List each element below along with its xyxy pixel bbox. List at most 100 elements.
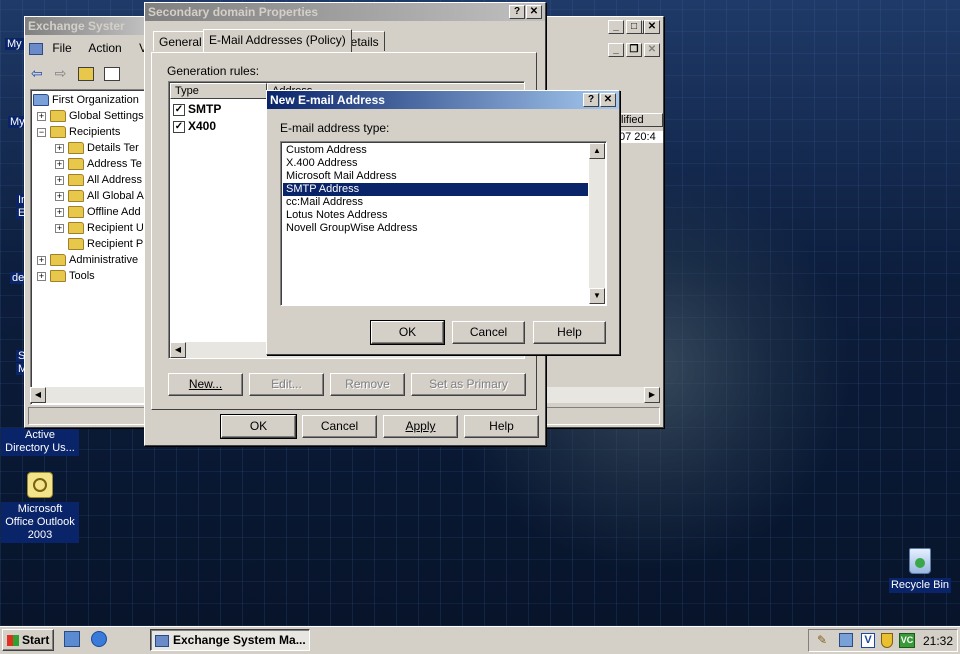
email-type-listbox[interactable]: Custom Address X.400 Address Microsoft Mai… <box>280 141 607 306</box>
help-footer-button[interactable]: Help <box>533 321 606 344</box>
list-row-x400[interactable]: ✓ X400 <box>173 119 216 133</box>
properties-titlebar[interactable]: Secondary domain Properties ? ✕ <box>145 3 545 21</box>
esm-minimize-button[interactable]: _ <box>608 20 624 34</box>
desktop-icon-outlook[interactable]: Microsoft Office Outlook 2003 <box>0 472 80 543</box>
tab-email-addresses[interactable]: E-Mail Addresses (Policy) <box>203 29 352 52</box>
desktop-edge-label[interactable]: My <box>5 38 24 50</box>
pen-icon[interactable]: ✎ <box>817 633 831 647</box>
internet-explorer-icon[interactable] <box>91 631 108 647</box>
desktop-icon-active-directory[interactable]: Active Directory Us... <box>0 428 80 456</box>
shield-icon[interactable] <box>881 633 893 648</box>
expand-icon[interactable]: + <box>55 207 64 217</box>
tree-item[interactable]: + Offline Add <box>55 204 141 220</box>
tree-item[interactable]: − Recipients <box>37 124 120 140</box>
list-row-smtp[interactable]: ✓ SMTP <box>173 102 221 116</box>
esm-titlebar[interactable]: Exchange Syster <box>25 17 145 35</box>
email-type-option[interactable]: Microsoft Mail Address <box>283 170 588 183</box>
tree-item-label: Offline Add <box>87 206 141 218</box>
taskbar: Start Exchange System Ma... ✎ V VC 21:32 <box>0 626 960 654</box>
vc-icon[interactable]: VC <box>899 633 915 648</box>
edit-button[interactable]: Edit... <box>249 373 324 396</box>
expand-icon[interactable]: + <box>55 175 64 185</box>
tree-item[interactable]: + Global Settings <box>37 108 144 124</box>
tree-item[interactable]: + All Address <box>55 172 142 188</box>
tree-item[interactable]: + Recipient U <box>55 220 144 236</box>
cancel-button[interactable]: Cancel <box>452 321 525 344</box>
tree-item[interactable]: + All Global A <box>55 188 144 204</box>
new-button-label: New... <box>188 377 223 391</box>
apply-button-label: Apply <box>405 419 436 433</box>
show-hide-tree-icon[interactable] <box>104 67 121 82</box>
list-header-type[interactable]: Type <box>170 83 267 99</box>
menu-action[interactable]: Action <box>88 41 121 55</box>
email-type-option[interactable]: SMTP Address <box>283 183 588 196</box>
ok-button[interactable]: OK <box>220 414 297 439</box>
back-arrow-icon[interactable]: ⇦ <box>31 65 43 81</box>
show-desktop-icon[interactable] <box>64 631 80 647</box>
email-type-option[interactable]: cc:Mail Address <box>283 196 588 209</box>
expand-icon[interactable]: + <box>37 255 46 265</box>
expand-icon[interactable]: + <box>55 143 64 153</box>
collapse-icon[interactable]: − <box>37 127 46 137</box>
tree-item[interactable]: + Administrative <box>37 252 138 268</box>
set-as-primary-button[interactable]: Set as Primary <box>411 373 526 396</box>
start-button[interactable]: Start <box>2 629 54 651</box>
email-type-option[interactable]: Novell GroupWise Address <box>283 222 588 235</box>
expand-icon[interactable]: + <box>55 191 64 201</box>
menu-file[interactable]: File <box>52 41 71 55</box>
scroll-up-arrow[interactable]: ▲ <box>589 143 605 159</box>
tree-item[interactable]: + Details Ter <box>55 140 139 156</box>
row-type-label: X400 <box>188 119 217 133</box>
tree-item[interactable]: Recipient P <box>55 236 143 252</box>
taskbar-item-exchange[interactable]: Exchange System Ma... <box>150 629 310 651</box>
esm-close-button[interactable]: ✕ <box>644 20 660 34</box>
scroll-down-arrow[interactable]: ▼ <box>589 288 605 304</box>
expand-icon[interactable]: + <box>37 111 46 121</box>
desktop-icon-recycle-bin[interactable]: Recycle Bin <box>880 548 960 593</box>
expand-icon[interactable]: + <box>37 271 46 281</box>
mdi-restore-button[interactable]: ❐ <box>626 43 642 57</box>
mdi-minimize-button[interactable]: _ <box>608 43 624 57</box>
antivirus-icon[interactable]: V <box>861 633 875 648</box>
listbox-vscrollbar[interactable]: ▲ ▼ <box>589 143 605 304</box>
close-button[interactable]: ✕ <box>526 5 542 19</box>
remove-button[interactable]: Remove <box>330 373 405 396</box>
folder-icon <box>68 190 84 203</box>
tree-item[interactable]: + Address Te <box>55 156 142 172</box>
tree-item-label: First Organization <box>52 94 139 106</box>
close-button[interactable]: ✕ <box>600 93 616 107</box>
expand-icon[interactable]: + <box>55 159 64 169</box>
tab-general[interactable]: General <box>153 31 208 51</box>
cancel-button[interactable]: Cancel <box>302 415 377 438</box>
network-icon[interactable] <box>839 633 853 647</box>
new-email-titlebar[interactable]: New E-mail Address ? ✕ <box>267 91 619 109</box>
up-folder-icon[interactable] <box>78 67 95 82</box>
apply-button[interactable]: Apply <box>383 415 458 438</box>
esm-right-header[interactable]: lified <box>619 113 663 127</box>
tree-item[interactable]: + Tools <box>37 268 95 284</box>
email-type-option[interactable]: Custom Address <box>283 144 588 157</box>
forward-arrow-icon[interactable]: ⇨ <box>55 65 67 81</box>
smtp-checkbox[interactable]: ✓ <box>173 103 185 116</box>
tree-item[interactable]: First Organization <box>33 92 139 108</box>
folder-icon <box>50 126 66 139</box>
new-email-title: New E-mail Address <box>270 93 385 107</box>
help-button[interactable]: ? <box>583 93 599 107</box>
scroll-left-arrow[interactable]: ◀ <box>30 387 46 403</box>
outlook-icon <box>27 472 53 498</box>
folder-icon <box>50 254 66 267</box>
email-type-option[interactable]: Lotus Notes Address <box>283 209 588 222</box>
x400-checkbox[interactable]: ✓ <box>173 120 185 133</box>
scroll-left-arrow[interactable]: ◀ <box>170 342 186 358</box>
scroll-right-arrow[interactable]: ▶ <box>644 387 660 403</box>
help-footer-button[interactable]: Help <box>464 415 539 438</box>
new-button[interactable]: New... <box>168 373 243 396</box>
email-type-option[interactable]: X.400 Address <box>283 157 588 170</box>
esm-maximize-button[interactable]: □ <box>626 20 642 34</box>
folder-icon <box>68 222 84 235</box>
help-button[interactable]: ? <box>509 5 525 19</box>
mdi-close-button[interactable]: ✕ <box>644 43 660 57</box>
clock[interactable]: 21:32 <box>923 634 953 648</box>
expand-icon[interactable]: + <box>55 223 64 233</box>
ok-button[interactable]: OK <box>370 320 445 345</box>
